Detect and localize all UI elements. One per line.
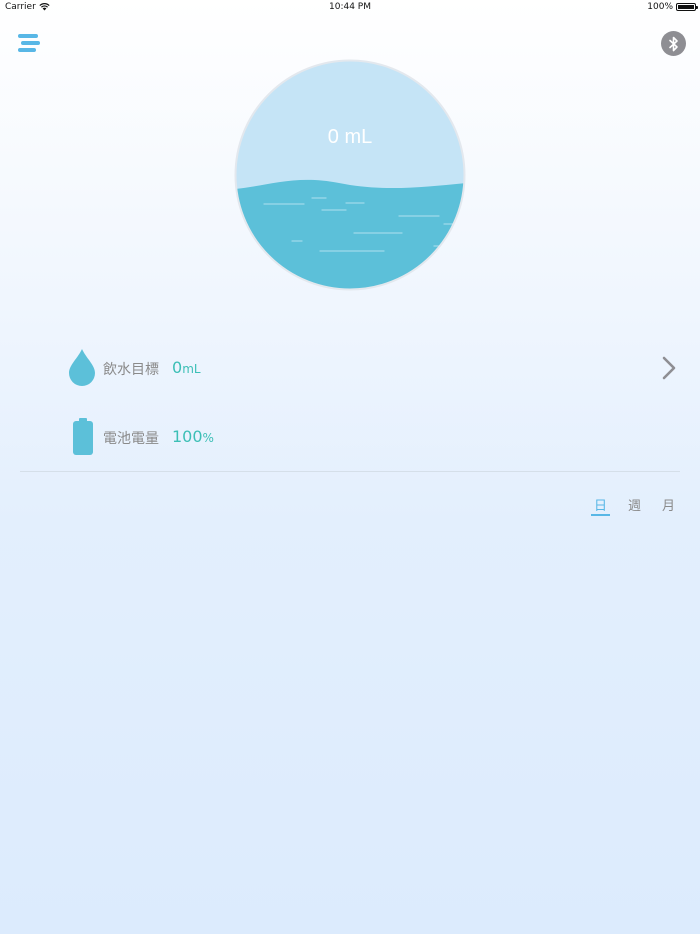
tab-month-label: 月 [662, 499, 676, 514]
tab-day-underline [591, 514, 611, 516]
hamburger-menu-icon[interactable] [18, 34, 40, 52]
battery-level-row: 電池電量 100% [0, 416, 700, 456]
battery-level-number: 100 [172, 427, 203, 446]
status-battery-fill [678, 5, 694, 9]
tab-month[interactable]: 月 [662, 495, 675, 514]
battery-level-label: 電池電量 [103, 431, 159, 447]
section-divider [20, 471, 680, 472]
tab-day-label: 日 [594, 499, 608, 514]
status-battery-icon [676, 3, 698, 11]
status-battery: 100% [647, 2, 698, 12]
battery-level-unit: % [202, 431, 214, 445]
chevron-right-icon[interactable] [660, 355, 678, 381]
tab-week-label: 週 [628, 499, 642, 514]
drink-goal-row[interactable]: 飲水目標 0mL [0, 348, 700, 388]
status-bar: Carrier 10:44 PM 100% [0, 0, 700, 14]
water-drop-icon [69, 349, 95, 386]
battery-icon [73, 418, 93, 455]
water-amount-label: 0 mL [327, 126, 373, 148]
drink-goal-label: 飲水目標 [103, 362, 159, 378]
drink-goal-unit: mL [182, 362, 201, 376]
drink-goal-value: 0mL [172, 358, 201, 377]
tab-day[interactable]: 日 [591, 495, 611, 516]
battery-percent: 100% [647, 2, 673, 12]
drink-goal-number: 0 [172, 358, 183, 377]
tab-week[interactable]: 週 [628, 495, 641, 514]
bluetooth-button[interactable] [661, 31, 686, 56]
water-gauge [234, 59, 466, 291]
battery-level-value: 100% [172, 427, 214, 446]
status-time: 10:44 PM [329, 2, 371, 12]
bluetooth-icon [668, 36, 678, 51]
